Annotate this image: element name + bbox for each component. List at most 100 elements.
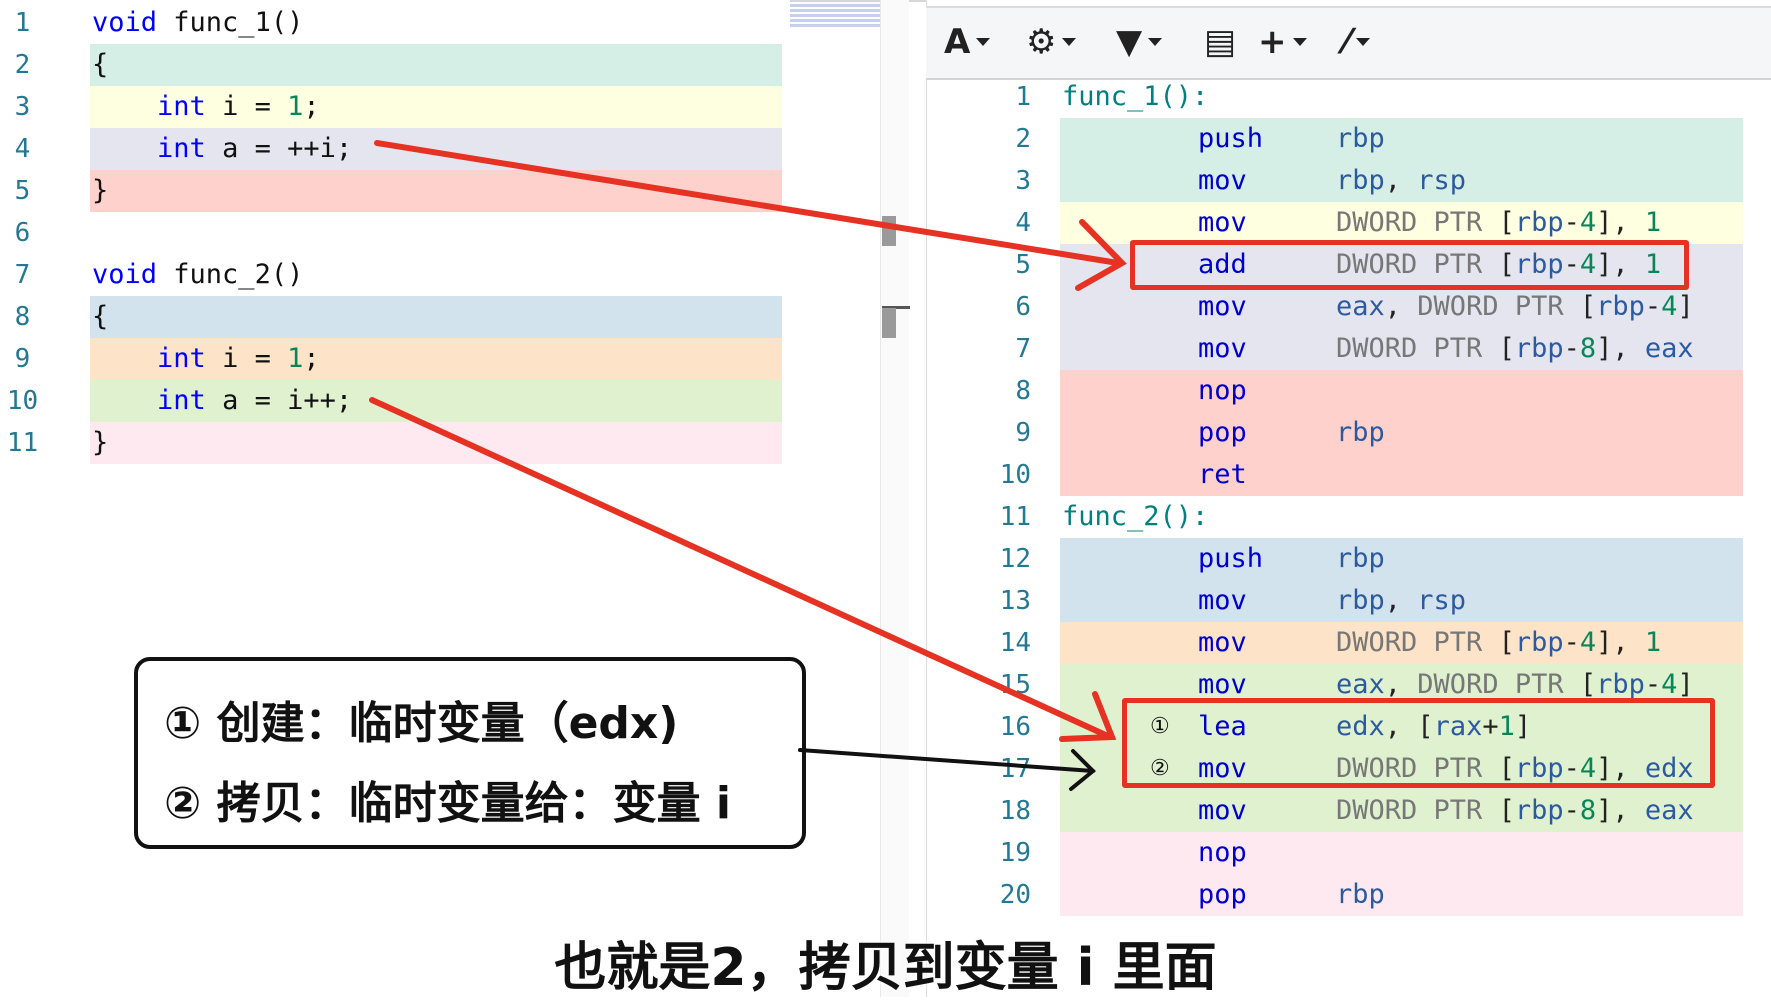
- scrollbar-thumb[interactable]: [882, 216, 896, 246]
- asm-line[interactable]: 2 push rbp: [926, 118, 1771, 160]
- operand-token: [: [1498, 207, 1515, 238]
- scrollbar-thumb-secondary[interactable]: [882, 308, 896, 338]
- source-line[interactable]: 1 void func_1(): [0, 2, 790, 44]
- mnemonic: mov: [1198, 333, 1247, 364]
- source-line[interactable]: 6: [0, 212, 790, 254]
- operand-token: -: [1644, 291, 1662, 322]
- font-button[interactable]: A: [944, 22, 991, 62]
- operand-token: DWORD PTR: [1417, 669, 1580, 700]
- code-token: void: [92, 7, 158, 38]
- video-caption: 也就是2，拷贝到变量 i 里面: [554, 938, 1217, 998]
- asm-label-line[interactable]: 1 func_1():: [926, 76, 1771, 118]
- source-line[interactable]: 8{: [0, 296, 790, 338]
- mnemonic: mov: [1198, 627, 1247, 658]
- asm-line[interactable]: 6 mov eax, DWORD PTR [rbp-4]: [926, 286, 1771, 328]
- asm-label-line[interactable]: 11 func_2():: [926, 496, 1771, 538]
- operand-token: DWORD PTR: [1336, 795, 1499, 826]
- asm-line[interactable]: 20 pop rbp: [926, 874, 1771, 916]
- asm-line[interactable]: 10 ret: [926, 454, 1771, 496]
- tools-button[interactable]: ⁄: [1344, 22, 1370, 62]
- asm-line[interactable]: 19 nop: [926, 832, 1771, 874]
- code-token: func_2(): [157, 259, 304, 290]
- code-text: {: [92, 44, 108, 86]
- asm-line[interactable]: 9 pop rbp: [926, 412, 1771, 454]
- add-button[interactable]: +: [1258, 22, 1307, 62]
- function-label: func_1():: [1062, 81, 1209, 112]
- source-line[interactable]: 9 int i = 1;: [0, 338, 790, 380]
- operand-token: [: [1579, 291, 1597, 322]
- line-number: 2: [14, 50, 31, 80]
- editor-scrollbar[interactable]: [880, 0, 909, 997]
- chevron-down-icon: [976, 38, 991, 46]
- operand-token: rbp: [1336, 165, 1385, 196]
- code-text: int a = i++;: [92, 380, 352, 422]
- source-line[interactable]: 4 int a = ++i;: [0, 128, 790, 170]
- line-number: 3: [1015, 166, 1031, 196]
- operands: DWORD PTR [rbp-4], 1: [1336, 622, 1661, 664]
- code-token: }: [92, 427, 109, 458]
- callout-step-create: ① 创建：临时变量（edx): [164, 698, 679, 749]
- operands: rbp, rsp: [1336, 160, 1466, 202]
- operand-token: ]: [1596, 333, 1613, 364]
- code-token: {: [92, 301, 109, 332]
- filter-button[interactable]: ▼: [1116, 22, 1163, 62]
- code-token: int: [157, 133, 206, 164]
- source-line[interactable]: 7 void func_2(): [0, 254, 790, 296]
- source-line[interactable]: 10 int a = i++;: [0, 380, 790, 422]
- settings-button[interactable]: ⚙: [1026, 22, 1077, 62]
- operand-token: [: [1498, 627, 1515, 658]
- line-number: 4: [14, 134, 31, 164]
- code-token: ;: [303, 91, 320, 122]
- line-number: 16: [999, 712, 1031, 742]
- line-number: 6: [1015, 292, 1031, 322]
- operand-token: rbp: [1336, 543, 1385, 574]
- source-line[interactable]: 11}: [0, 422, 790, 464]
- operand-token: rbp: [1514, 627, 1564, 658]
- asm-line[interactable]: 3 mov rbp, rsp: [926, 160, 1771, 202]
- operands: rbp: [1336, 412, 1385, 454]
- operand-token: 1: [1644, 207, 1662, 238]
- operand-token: 4: [1579, 627, 1597, 658]
- line-number: 14: [999, 628, 1031, 658]
- line-highlight: [1060, 874, 1743, 916]
- asm-line[interactable]: 18 mov DWORD PTR [rbp-8], eax: [926, 790, 1771, 832]
- line-number: 3: [14, 92, 31, 122]
- operand-token: 4: [1661, 291, 1678, 322]
- asm-line[interactable]: 4 mov DWORD PTR [rbp-4], 1: [926, 202, 1771, 244]
- libraries-button[interactable]: ▤: [1204, 22, 1236, 62]
- line-highlight: [1060, 412, 1743, 454]
- line-number: 15: [999, 670, 1031, 700]
- font-icon: A: [944, 22, 971, 62]
- code-token: ;: [303, 343, 320, 374]
- mnemonic: nop: [1198, 837, 1247, 868]
- wrench-icon: ⁄: [1344, 22, 1350, 62]
- line-number: 2: [1015, 124, 1031, 154]
- operand-token: eax: [1336, 669, 1385, 700]
- source-line[interactable]: 5}: [0, 170, 790, 212]
- asm-line[interactable]: 12 push rbp: [926, 538, 1771, 580]
- line-number: 19: [999, 838, 1031, 868]
- code-token: i =: [205, 343, 288, 374]
- operand-token: ,: [1612, 627, 1645, 658]
- mnemonic: pop: [1198, 417, 1247, 448]
- source-line[interactable]: 2{: [0, 44, 790, 86]
- mnemonic: mov: [1198, 585, 1247, 616]
- asm-line[interactable]: 8 nop: [926, 370, 1771, 412]
- operands: eax, DWORD PTR [rbp-4]: [1336, 286, 1694, 328]
- code-token: int: [157, 385, 206, 416]
- source-line[interactable]: 3 int i = 1;: [0, 86, 790, 128]
- operand-token: rbp: [1336, 123, 1385, 154]
- minimap[interactable]: [790, 2, 880, 44]
- asm-line[interactable]: 7 mov DWORD PTR [rbp-8], eax: [926, 328, 1771, 370]
- line-number: 18: [999, 796, 1031, 826]
- chevron-down-icon: [1148, 38, 1163, 46]
- line-highlight: [1060, 832, 1743, 874]
- asm-line[interactable]: 14 mov DWORD PTR [rbp-4], 1: [926, 622, 1771, 664]
- line-number: 9: [1015, 418, 1031, 448]
- operand-token: rsp: [1417, 585, 1467, 616]
- code-token: 1: [287, 91, 304, 122]
- code-text: }: [92, 170, 108, 212]
- asm-line[interactable]: 13 mov rbp, rsp: [926, 580, 1771, 622]
